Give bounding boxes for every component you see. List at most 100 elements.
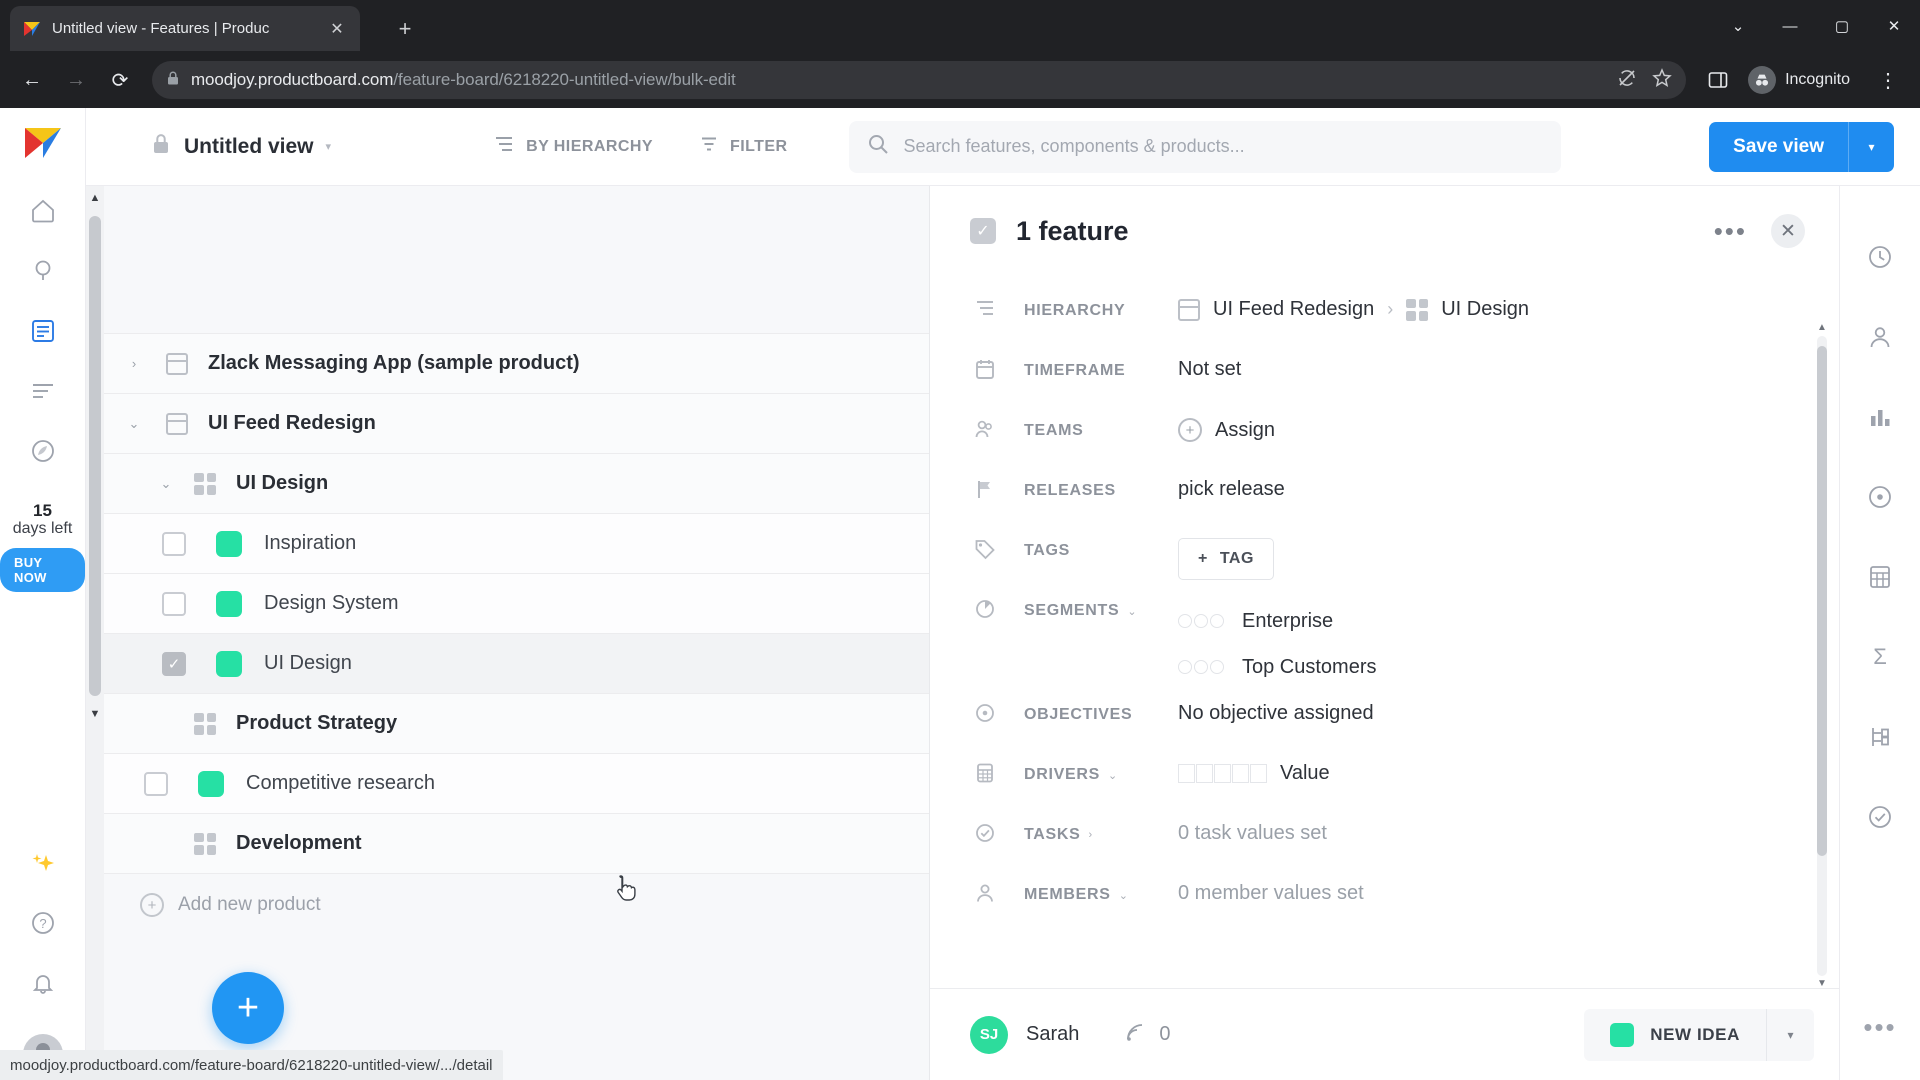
- sparkle-icon[interactable]: [20, 840, 66, 886]
- segment-row[interactable]: Top Customers: [1178, 644, 1377, 690]
- members-chevron-down-icon[interactable]: ⌄: [1119, 889, 1129, 902]
- minimize-button[interactable]: —: [1764, 0, 1816, 52]
- field-value-tasks[interactable]: 0 task values set: [1178, 810, 1840, 845]
- reload-icon[interactable]: ⟳: [100, 60, 140, 100]
- help-icon[interactable]: ?: [20, 900, 66, 946]
- objectives-target-icon[interactable]: [1857, 474, 1903, 520]
- view-name-group[interactable]: Untitled view ▾: [150, 132, 331, 161]
- sidebar-item-home[interactable]: [20, 188, 66, 234]
- hierarchy-product-name[interactable]: UI Feed Redesign: [1213, 298, 1374, 321]
- driver-score-boxes[interactable]: [1178, 764, 1267, 783]
- create-feature-fab[interactable]: +: [212, 972, 284, 1044]
- table-row[interactable]: ⌄ UI Design: [104, 454, 929, 514]
- table-row[interactable]: Development: [104, 814, 929, 874]
- panel-select-checkbox[interactable]: ✓: [970, 218, 996, 244]
- tasks-chevron-right-icon[interactable]: ›: [1089, 829, 1093, 841]
- dependencies-icon[interactable]: [1857, 714, 1903, 760]
- field-segments[interactable]: SEGMENTS ⌄ Enterprise Top Customers: [930, 586, 1840, 690]
- owner-person-icon[interactable]: [1857, 314, 1903, 360]
- table-row[interactable]: ✓ UI Design: [104, 634, 929, 694]
- field-hierarchy[interactable]: HIERARCHY UI Feed Redesign › UI Design: [930, 286, 1840, 346]
- segments-chevron-down-icon[interactable]: ⌄: [1127, 605, 1137, 618]
- field-value-releases[interactable]: pick release: [1178, 466, 1840, 501]
- panel-more-icon[interactable]: •••: [1714, 217, 1747, 244]
- incognito-profile-button[interactable]: Incognito: [1742, 61, 1864, 99]
- productboard-logo-icon[interactable]: [23, 126, 63, 160]
- new-idea-chevron-down-icon[interactable]: ▾: [1766, 1008, 1814, 1061]
- board-scrollbar[interactable]: ▲ ▼: [86, 186, 104, 1080]
- activity-history-icon[interactable]: [1857, 234, 1903, 280]
- field-value-timeframe[interactable]: Not set: [1178, 346, 1840, 381]
- sigma-score-icon[interactable]: Σ: [1857, 634, 1903, 680]
- row-checkbox[interactable]: ✓: [162, 651, 186, 676]
- table-grid-icon[interactable]: [1857, 554, 1903, 600]
- search-input[interactable]: [903, 136, 1544, 157]
- board-scrollbar-thumb[interactable]: [89, 216, 101, 696]
- field-objectives[interactable]: OBJECTIVES No objective assigned: [930, 690, 1840, 750]
- by-hierarchy-button[interactable]: BY HIERARCHY: [493, 134, 653, 159]
- table-row[interactable]: Product Strategy: [104, 694, 929, 754]
- back-icon[interactable]: ←: [12, 60, 52, 100]
- view-chevron-down-icon[interactable]: ▾: [326, 140, 332, 153]
- add-tag-button[interactable]: + TAG: [1178, 538, 1274, 580]
- table-row[interactable]: ⌄ UI Feed Redesign: [104, 394, 929, 454]
- field-releases[interactable]: RELEASES pick release: [930, 466, 1840, 526]
- field-tags[interactable]: TAGS + TAG: [930, 526, 1840, 586]
- drivers-chevron-down-icon[interactable]: ⌄: [1108, 769, 1118, 782]
- board-scroll-up-icon[interactable]: ▲: [88, 190, 102, 206]
- panel-close-icon[interactable]: ✕: [1771, 214, 1805, 248]
- sidebar-item-roadmap[interactable]: [20, 368, 66, 414]
- sidebar-item-features[interactable]: [20, 308, 66, 354]
- table-row[interactable]: Inspiration: [104, 514, 929, 574]
- row-checkbox[interactable]: [144, 771, 168, 796]
- save-view-button[interactable]: Save view: [1709, 122, 1848, 172]
- field-value-teams[interactable]: + Assign: [1178, 406, 1840, 442]
- address-bar[interactable]: moodjoy.productboard.com/feature-board/6…: [152, 61, 1687, 99]
- board-scroll-down-icon[interactable]: ▼: [88, 706, 102, 722]
- tasks-status-icon[interactable]: [1857, 794, 1903, 840]
- buy-now-button[interactable]: BUY NOW: [0, 548, 85, 593]
- table-row[interactable]: Design System: [104, 574, 929, 634]
- field-tasks[interactable]: TASKS › 0 task values set: [930, 810, 1840, 870]
- field-value-drivers[interactable]: Value: [1178, 750, 1840, 785]
- segment-row[interactable]: Enterprise: [1178, 598, 1333, 644]
- row-expand-chevron-icon[interactable]: ⌄: [154, 476, 178, 492]
- drivers-chart-icon[interactable]: [1857, 394, 1903, 440]
- field-value-objectives[interactable]: No objective assigned: [1178, 690, 1840, 725]
- field-teams[interactable]: TEAMS + Assign: [930, 406, 1840, 466]
- browser-tab[interactable]: Untitled view - Features | Produc ✕: [10, 6, 360, 51]
- third-party-cookie-blocked-icon[interactable]: [1616, 67, 1638, 94]
- new-idea-button[interactable]: NEW IDEA: [1584, 1009, 1766, 1061]
- sidebar-item-insights[interactable]: [20, 248, 66, 294]
- filter-button[interactable]: FILTER: [699, 134, 788, 159]
- chrome-menu-icon[interactable]: ⋮: [1868, 60, 1908, 100]
- window-close-button[interactable]: ✕: [1868, 0, 1920, 52]
- table-row[interactable]: Competitive research: [104, 754, 929, 814]
- maximize-button[interactable]: ▢: [1816, 0, 1868, 52]
- side-panel-icon[interactable]: [1698, 60, 1738, 100]
- panel-scroll-up-icon[interactable]: ▲: [1816, 320, 1828, 334]
- notifications-bell-icon[interactable]: [20, 960, 66, 1006]
- row-checkbox[interactable]: [162, 591, 186, 616]
- row-expand-chevron-icon[interactable]: ⌄: [122, 416, 146, 432]
- tab-close-icon[interactable]: ✕: [326, 18, 348, 40]
- row-expand-chevron-icon[interactable]: ›: [122, 356, 146, 371]
- field-timeframe[interactable]: TIMEFRAME Not set: [930, 346, 1840, 406]
- sidebar-item-portal[interactable]: [20, 428, 66, 474]
- bookmark-star-icon[interactable]: [1652, 67, 1672, 93]
- save-view-chevron-down-icon[interactable]: ▾: [1848, 121, 1894, 172]
- panel-scrollbar-thumb[interactable]: [1817, 346, 1827, 856]
- add-new-product-button[interactable]: + Add new product: [104, 874, 929, 936]
- insight-count-group[interactable]: 0: [1125, 1021, 1171, 1049]
- field-drivers[interactable]: DRIVERS ⌄ Value: [930, 750, 1840, 810]
- hierarchy-component-name[interactable]: UI Design: [1441, 298, 1529, 321]
- new-tab-button[interactable]: +: [390, 14, 420, 44]
- table-row[interactable]: › Zlack Messaging App (sample product): [104, 334, 929, 394]
- assign-plus-icon[interactable]: +: [1178, 418, 1202, 442]
- chrome-menu-chevron-icon[interactable]: ⌄: [1712, 0, 1764, 52]
- field-value-members[interactable]: 0 member values set: [1178, 870, 1840, 905]
- search-bar[interactable]: [849, 120, 1562, 173]
- owner-avatar[interactable]: SJ: [970, 1015, 1008, 1054]
- field-members[interactable]: MEMBERS ⌄ 0 member values set: [930, 870, 1840, 930]
- more-options-icon[interactable]: •••: [1857, 1004, 1903, 1050]
